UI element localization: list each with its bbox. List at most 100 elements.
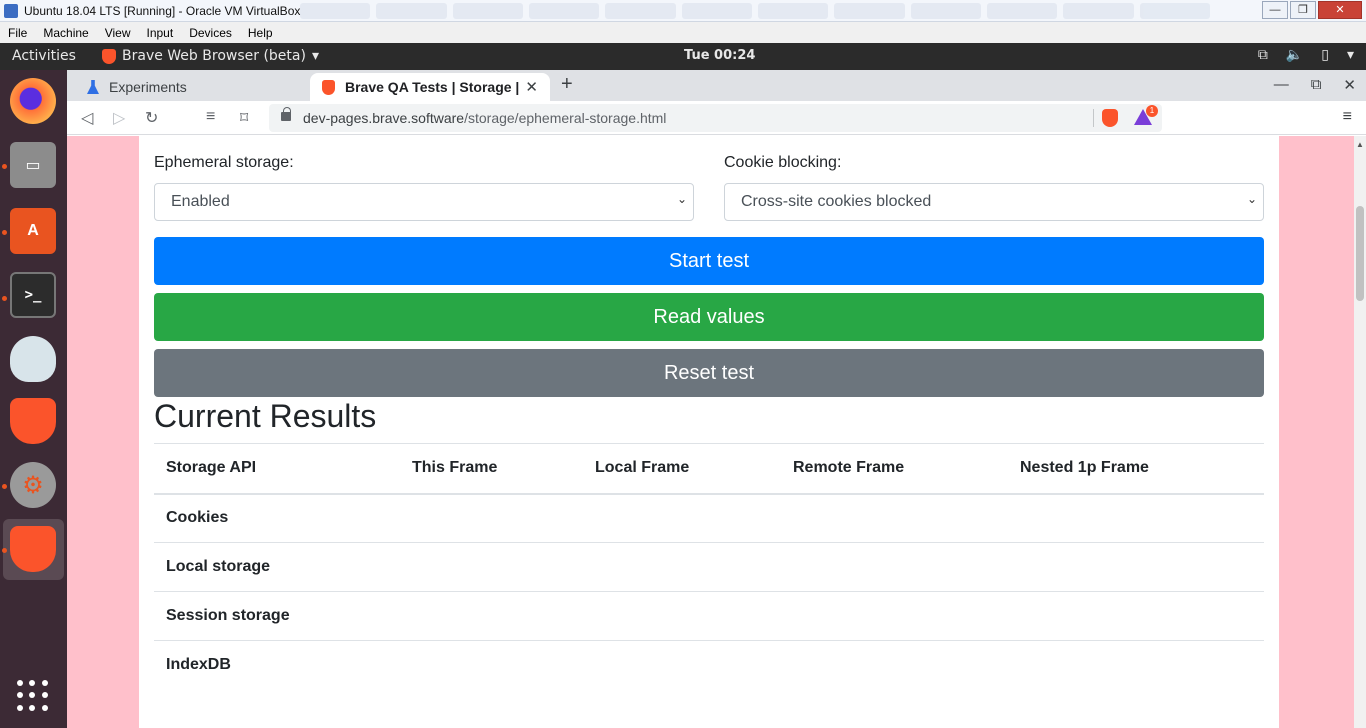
running-indicator — [2, 484, 7, 489]
start-test-button[interactable]: Start test — [154, 237, 1264, 285]
network-icon: ⧉ — [1257, 47, 1268, 63]
ephemeral-storage-label: Ephemeral storage: — [154, 154, 294, 171]
tab-title: Experiments — [109, 79, 187, 95]
divider — [1093, 109, 1094, 127]
vb-maximize-button[interactable]: ❐ — [1290, 1, 1316, 19]
cookie-blocking-value: Cross-site cookies blocked — [741, 193, 932, 210]
page-container: Ephemeral storage: Enabled ⌄ Cookie bloc… — [139, 136, 1279, 728]
virtualbox-icon — [4, 3, 18, 18]
brave-shields-icon[interactable] — [1102, 109, 1118, 127]
row-label: Local storage — [166, 558, 271, 575]
gimp-icon[interactable] — [10, 336, 56, 382]
vb-menu-view[interactable]: View — [97, 26, 139, 40]
url-host: dev-pages.brave.software — [303, 110, 465, 126]
tab-title: Brave QA Tests | Storage | — [345, 79, 520, 95]
virtualbox-title: Ubuntu 18.04 LTS [Running] - Oracle VM V… — [24, 3, 301, 18]
ubuntu-top-bar: Activities Brave Web Browser (beta) ▾ Tu… — [0, 43, 1366, 70]
table-row: Session storage — [154, 592, 1264, 641]
volume-icon: 🔈 — [1285, 47, 1304, 63]
reader-mode-icon[interactable]: ≡ — [206, 108, 215, 126]
vb-menu-file[interactable]: File — [0, 26, 35, 40]
column-header: Storage API — [166, 459, 257, 477]
show-applications-icon[interactable] — [17, 680, 49, 712]
column-header: Remote Frame — [793, 459, 905, 477]
activities-button[interactable]: Activities — [12, 48, 76, 64]
results-table: Storage API This Frame Local Frame Remot… — [154, 443, 1264, 690]
vb-minimize-button[interactable]: — — [1262, 1, 1288, 19]
tab-experiments[interactable]: Experiments — [75, 73, 310, 101]
running-indicator — [2, 164, 7, 169]
page-scrollbar[interactable]: ▲ — [1354, 136, 1366, 728]
system-tray[interactable]: ⧉ 🔈 ▯ ▾ — [1258, 47, 1354, 63]
page-viewport: Ephemeral storage: Enabled ⌄ Cookie bloc… — [67, 136, 1354, 728]
vb-menu-input[interactable]: Input — [139, 26, 182, 40]
cookie-blocking-label: Cookie blocking: — [724, 154, 842, 171]
chevron-down-icon: ⌄ — [676, 192, 687, 206]
battery-icon: ▯ — [1321, 47, 1329, 63]
reset-test-button[interactable]: Reset test — [154, 349, 1264, 397]
flask-icon — [87, 80, 99, 94]
back-button[interactable]: ◁ — [81, 108, 93, 128]
app-menu-label: Brave Web Browser (beta) — [122, 48, 306, 64]
rewards-badge: 1 — [1146, 105, 1158, 117]
bookmark-icon[interactable]: ⌑ — [240, 108, 248, 128]
tab-strip: Experiments Brave QA Tests | Storage | ✕… — [67, 70, 1366, 101]
hamburger-menu-icon[interactable]: ≡ — [1343, 108, 1352, 126]
address-bar[interactable]: dev-pages.brave.software/storage/ephemer… — [269, 104, 1162, 132]
lock-icon[interactable] — [281, 107, 291, 121]
close-window-icon[interactable]: ✕ — [1343, 76, 1356, 94]
settings-icon[interactable]: ⚙ — [10, 462, 56, 508]
files-icon[interactable]: ▭ — [10, 142, 56, 188]
brave-rewards-icon[interactable]: 1 — [1134, 105, 1158, 125]
clock[interactable]: Tue 00:24 — [684, 48, 755, 63]
results-heading: Current Results — [154, 398, 377, 434]
terminal-icon[interactable]: >_ — [10, 272, 56, 318]
forward-button[interactable]: ▷ — [113, 108, 125, 128]
app-menu[interactable]: Brave Web Browser (beta) ▾ — [102, 48, 319, 64]
scroll-up-icon[interactable]: ▲ — [1356, 140, 1364, 149]
url-text[interactable]: dev-pages.brave.software/storage/ephemer… — [303, 110, 666, 126]
cookie-blocking-select[interactable]: Cross-site cookies blocked ⌄ — [724, 183, 1264, 221]
row-label: IndexDB — [166, 656, 231, 674]
minimize-icon[interactable]: — — [1274, 76, 1289, 94]
brave-icon — [322, 79, 335, 95]
table-row: Cookies — [154, 494, 1264, 543]
reload-button[interactable]: ↻ — [145, 108, 158, 128]
read-values-button[interactable]: Read values — [154, 293, 1264, 341]
column-header: This Frame — [412, 459, 498, 477]
scrollbar-thumb[interactable] — [1356, 206, 1364, 301]
column-header: Local Frame — [595, 459, 690, 477]
brave-beta-icon[interactable] — [10, 526, 56, 572]
table-row: Local storage — [154, 543, 1264, 592]
running-indicator — [2, 548, 7, 553]
vb-close-button[interactable]: ✕ — [1318, 1, 1362, 19]
vb-menu-devices[interactable]: Devices — [181, 26, 240, 40]
table-row: IndexDB — [154, 641, 1264, 690]
vb-menu-machine[interactable]: Machine — [35, 26, 96, 40]
close-icon[interactable]: ✕ — [525, 78, 538, 96]
ephemeral-storage-select[interactable]: Enabled ⌄ — [154, 183, 694, 221]
row-label: Session storage — [166, 607, 290, 624]
brave-icon[interactable] — [10, 398, 56, 444]
tab-storage-tests[interactable]: Brave QA Tests | Storage | ✕ — [310, 73, 550, 101]
host-taskbar-ghost — [300, 3, 1210, 19]
chevron-down-icon: ⌄ — [1246, 192, 1257, 206]
vb-menu-help[interactable]: Help — [240, 26, 281, 40]
table-header-row: Storage API This Frame Local Frame Remot… — [154, 443, 1264, 494]
running-indicator — [2, 296, 7, 301]
ephemeral-storage-value: Enabled — [171, 193, 230, 210]
running-indicator — [2, 230, 7, 235]
maximize-icon[interactable]: ⧉ — [1311, 76, 1322, 94]
column-header: Nested 1p Frame — [1020, 459, 1149, 477]
virtualbox-title-bar: Ubuntu 18.04 LTS [Running] - Oracle VM V… — [0, 0, 1366, 22]
caret-down-icon: ▾ — [311, 48, 319, 64]
browser-toolbar: ◁ ▷ ↻ ≡ ⌑ dev-pages.brave.software/stora… — [67, 101, 1366, 135]
ubuntu-dock: ▭ A >_ ⚙ — [0, 70, 67, 728]
row-label: Cookies — [166, 509, 229, 527]
software-center-icon[interactable]: A — [10, 208, 56, 254]
caret-down-icon: ▾ — [1346, 47, 1354, 63]
new-tab-button[interactable]: + — [561, 73, 573, 96]
firefox-icon[interactable] — [10, 78, 56, 124]
virtualbox-menubar: File Machine View Input Devices Help — [0, 22, 1366, 43]
brave-lion-icon — [102, 48, 116, 64]
